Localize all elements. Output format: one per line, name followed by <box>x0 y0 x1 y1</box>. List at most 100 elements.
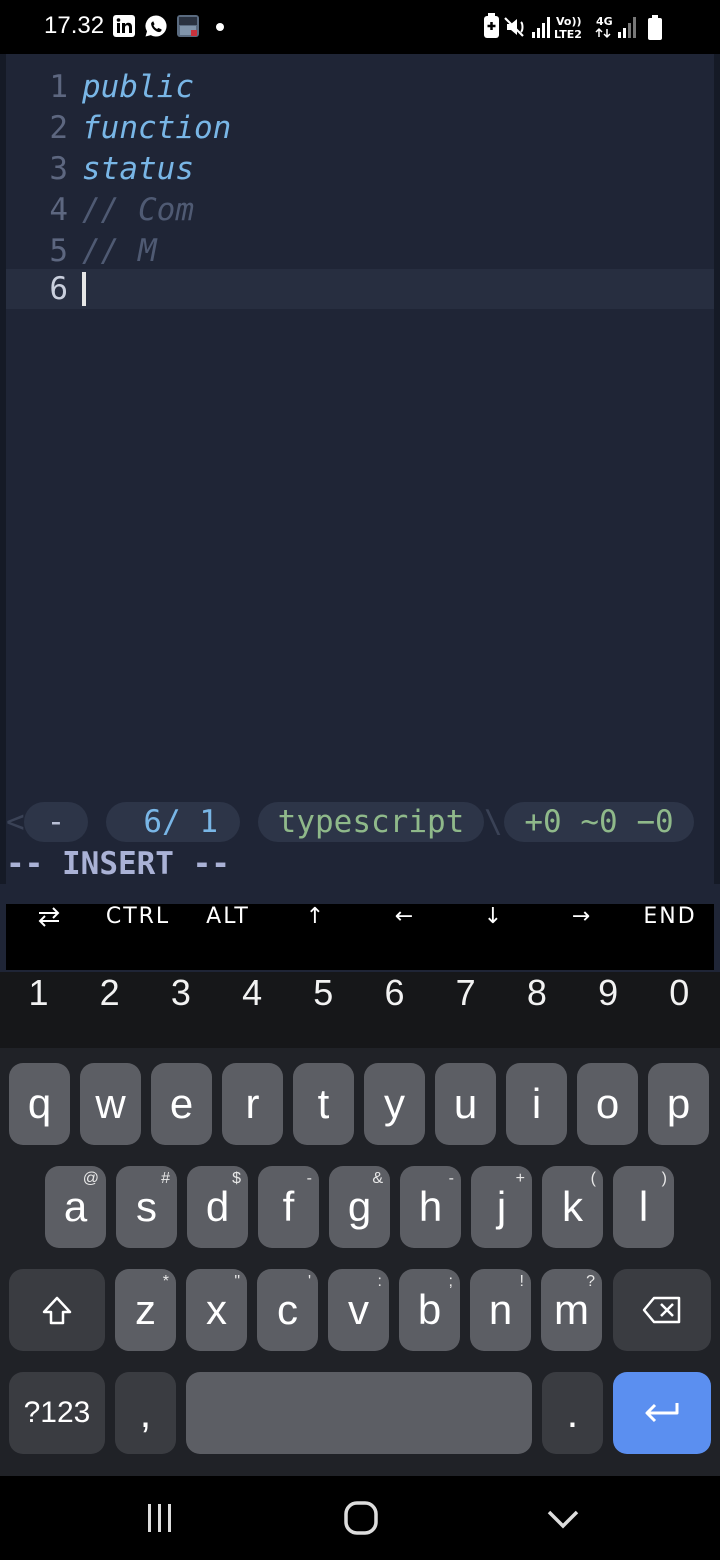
letter-key[interactable]: n! <box>470 1269 531 1351</box>
insert-mode-text: -- INSERT -- <box>6 846 230 882</box>
signal-icon <box>532 17 550 38</box>
number-key[interactable]: 5 <box>288 972 359 1048</box>
key-hint: # <box>161 1170 170 1187</box>
letter-key[interactable]: a @ <box>45 1166 106 1248</box>
letter-key[interactable]: q <box>9 1063 70 1145</box>
number-key[interactable]: 3 <box>145 972 216 1048</box>
letter-key[interactable]: u <box>435 1063 496 1145</box>
clock: 17.32 <box>44 12 105 39</box>
letter-key[interactable]: m? <box>541 1269 602 1351</box>
letter-key[interactable]: x " <box>186 1269 247 1351</box>
status-bar: 17.32 Vo)) LTE2 4G <box>0 0 720 54</box>
alt-key[interactable]: ALT <box>184 904 272 970</box>
letter-key[interactable]: p <box>648 1063 709 1145</box>
code-line[interactable]: 5 // M <box>6 231 714 271</box>
code-editor[interactable]: 1 public 2 function 3 status 4 // Com 5 // M 6 < -… <box>0 54 720 884</box>
symbols-key[interactable]: ?123 <box>9 1372 105 1454</box>
code-comment: // M <box>82 233 157 269</box>
ctrl-key[interactable]: CTRL <box>94 904 182 970</box>
whatsapp-icon <box>145 15 167 37</box>
statusline-separator: \ <box>484 804 503 840</box>
code-line[interactable]: 3 status <box>6 149 714 189</box>
number-key[interactable]: 7 <box>430 972 501 1048</box>
back-icon[interactable] <box>543 1498 583 1538</box>
key-hint: - <box>306 1170 312 1187</box>
key-label: h <box>418 1183 443 1230</box>
key-label: d <box>205 1183 230 1230</box>
arrow-down-key[interactable]: ↓ <box>450 904 538 970</box>
key-label: l <box>638 1183 649 1230</box>
number-key[interactable]: 6 <box>359 972 430 1048</box>
key-hint: $ <box>232 1170 241 1187</box>
letter-key[interactable]: g & <box>329 1166 390 1248</box>
key-hint: ) <box>661 1170 667 1187</box>
recents-icon[interactable] <box>140 1498 180 1538</box>
code-keyword: public <box>82 69 194 105</box>
number-key[interactable]: 4 <box>217 972 288 1048</box>
letter-key[interactable]: e <box>151 1063 212 1145</box>
letter-key[interactable]: k( <box>542 1166 603 1248</box>
git-diff-stats: +0 ~0 −0 <box>504 802 694 842</box>
letter-key[interactable]: z * <box>115 1269 176 1351</box>
key-label: z <box>135 1286 156 1333</box>
key-label: x <box>206 1286 227 1333</box>
letter-key[interactable]: h- <box>400 1166 461 1248</box>
backspace-icon <box>642 1296 681 1324</box>
code-line[interactable]: 4 // Com <box>6 190 714 230</box>
letter-key[interactable]: s # <box>116 1166 177 1248</box>
extra-keys-area: CTRL ALT ↑ ← ↓ → END <box>0 884 720 972</box>
keyboard-switch-icon[interactable] <box>6 904 92 970</box>
key-hint: * <box>162 1273 169 1290</box>
letter-key[interactable]: r <box>222 1063 283 1145</box>
space-bar[interactable] <box>186 1372 532 1454</box>
key-label: f <box>282 1183 295 1230</box>
svg-text:LTE2: LTE2 <box>554 28 582 41</box>
letter-key[interactable]: w <box>80 1063 141 1145</box>
letter-key[interactable]: y <box>364 1063 425 1145</box>
key-label: a <box>63 1183 88 1230</box>
text-cursor <box>82 272 86 306</box>
line-number: 6 <box>49 271 68 307</box>
arrow-up-key[interactable]: ↑ <box>272 904 360 970</box>
letter-key[interactable]: j + <box>471 1166 532 1248</box>
number-key[interactable]: 2 <box>74 972 145 1048</box>
number-key[interactable]: 1 <box>3 972 74 1048</box>
key-label: t <box>317 1080 330 1127</box>
number-key[interactable]: 8 <box>501 972 572 1048</box>
number-key[interactable]: 0 <box>644 972 715 1048</box>
number-key[interactable]: 9 <box>573 972 644 1048</box>
filetype-badge: typescript <box>258 802 484 842</box>
more-notifications-dot <box>216 23 224 31</box>
signal-icon-2 <box>618 17 636 38</box>
enter-key[interactable] <box>613 1372 711 1454</box>
current-line[interactable]: 6 <box>6 269 714 309</box>
letter-key[interactable]: f- <box>258 1166 319 1248</box>
code-line[interactable]: 1 public <box>6 67 714 107</box>
key-label: k <box>562 1183 583 1230</box>
key-label: p <box>666 1080 691 1127</box>
letter-key[interactable]: l) <box>613 1166 674 1248</box>
letter-key[interactable]: o <box>577 1063 638 1145</box>
home-icon[interactable] <box>341 1498 381 1538</box>
letter-key[interactable]: i <box>506 1063 567 1145</box>
letter-key[interactable]: b; <box>399 1269 460 1351</box>
arrow-right-key[interactable]: → <box>538 904 626 970</box>
game-app-icon <box>177 15 199 37</box>
editor-statusline: < - 6/ 1 typescript \ +0 ~0 −0 <box>6 800 714 844</box>
linkedin-icon <box>113 15 135 37</box>
backspace-key[interactable] <box>613 1269 711 1351</box>
key-hint: ' <box>307 1273 311 1290</box>
letter-key[interactable]: d $ <box>187 1166 248 1248</box>
letter-key[interactable]: v: <box>328 1269 389 1351</box>
volte-icon: Vo)) LTE2 <box>554 15 582 41</box>
end-key[interactable]: END <box>626 904 714 970</box>
letter-key[interactable]: t <box>293 1063 354 1145</box>
arrow-left-key[interactable]: ← <box>361 904 449 970</box>
shift-key[interactable] <box>9 1269 105 1351</box>
period-key[interactable]: . <box>542 1372 603 1454</box>
key-hint: + <box>515 1170 525 1187</box>
code-line[interactable]: 2 function <box>6 108 714 148</box>
comma-key[interactable]: , <box>115 1372 176 1454</box>
line-number: 5 <box>49 233 68 269</box>
letter-key[interactable]: c ' <box>257 1269 318 1351</box>
